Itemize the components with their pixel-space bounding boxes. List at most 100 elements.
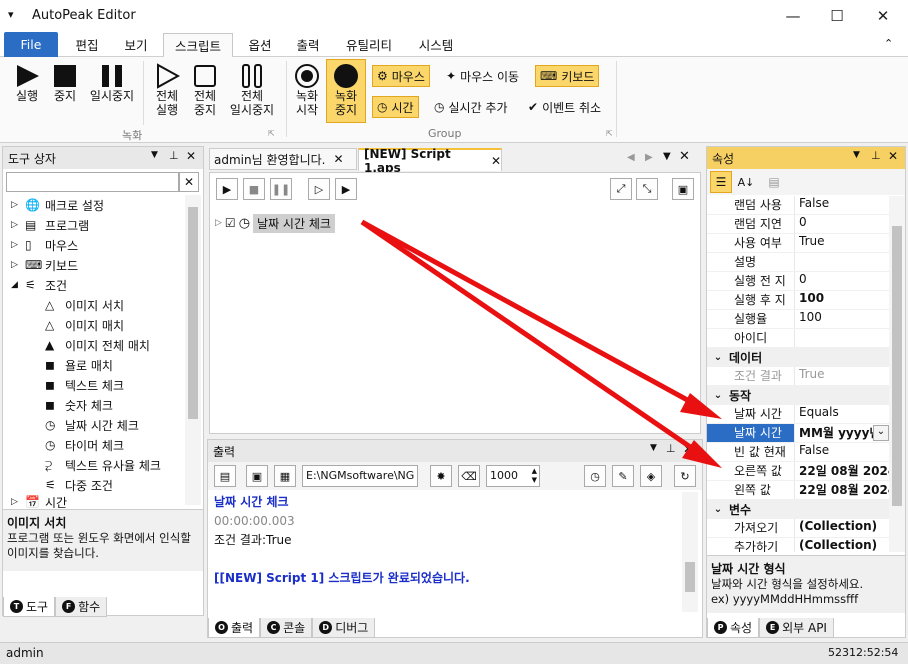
menu-utility[interactable]: 유틸리티 bbox=[338, 32, 400, 57]
property-value[interactable]: (Collection) bbox=[795, 519, 889, 537]
save-icon[interactable]: ▣ bbox=[246, 465, 268, 487]
event-cancel-button[interactable]: ✔ 이벤트 취소 bbox=[524, 96, 605, 118]
menu-options[interactable]: 옵션 bbox=[240, 32, 280, 57]
toolbox-search-input[interactable] bbox=[6, 172, 179, 192]
dialog-launcher-icon[interactable]: ⇱ bbox=[268, 129, 275, 138]
property-category[interactable]: ⌄ 동작 bbox=[707, 386, 889, 405]
property-value[interactable]: (Collection) bbox=[795, 538, 889, 552]
property-row[interactable]: 오른쪽 값22일 08월 2024년 bbox=[707, 462, 889, 481]
mouse-record-toggle[interactable]: ⚙ 마우스 bbox=[372, 65, 430, 87]
property-row[interactable]: 날짜 시간 MM월 yyyy년 ⌄ bbox=[707, 424, 889, 443]
record-start-button[interactable]: 녹화 시작 bbox=[290, 63, 324, 117]
tree-item-condition[interactable]: ◢ ⚟ 조건 bbox=[3, 275, 185, 295]
property-category[interactable]: ⌄ 변수 bbox=[707, 500, 889, 519]
dropdown-icon[interactable]: ⌄ bbox=[873, 425, 889, 441]
tree-item-text-check[interactable]: ◼ 텍스트 체크 bbox=[3, 375, 185, 395]
property-row[interactable]: 설명 bbox=[707, 253, 889, 272]
property-row[interactable]: 실행율 100 bbox=[707, 310, 889, 329]
property-row[interactable]: 왼쪽 값22일 08월 2024년 bbox=[707, 481, 889, 500]
close-icon[interactable]: ✕ bbox=[683, 442, 693, 456]
tab-functions[interactable]: F 함수 bbox=[55, 597, 108, 617]
property-pages-icon[interactable]: ▤ bbox=[763, 171, 785, 193]
clean-icon[interactable]: ✸ bbox=[430, 465, 452, 487]
pause-button[interactable]: 일시중지 bbox=[86, 63, 138, 103]
new-file-icon[interactable]: ▤ bbox=[214, 465, 236, 487]
pause-button[interactable]: ❚❚ bbox=[270, 178, 292, 200]
property-value[interactable]: 22일 08월 2024년 bbox=[795, 481, 889, 499]
toolbox-scrollbar[interactable] bbox=[185, 195, 201, 505]
property-value[interactable]: 0 bbox=[795, 215, 889, 233]
tree-item-datetime-check[interactable]: ◷ 날짜 시간 체크 bbox=[3, 415, 185, 435]
property-value[interactable]: True bbox=[795, 234, 889, 252]
property-value[interactable]: False bbox=[795, 196, 889, 214]
property-value[interactable] bbox=[795, 329, 889, 347]
property-value[interactable]: 22일 08월 2024년 bbox=[795, 462, 889, 480]
menu-edit[interactable]: 편집 bbox=[64, 32, 110, 57]
properties-scrollbar[interactable] bbox=[889, 196, 905, 552]
close-icon[interactable]: ✕ bbox=[888, 149, 898, 163]
collapse-icon[interactable]: ⤡ bbox=[636, 178, 658, 200]
tab-console[interactable]: C 콘솔 bbox=[260, 618, 313, 638]
step-into-button[interactable]: ▶ bbox=[335, 178, 357, 200]
output-path-input[interactable]: E:\NGMsoftware\NG bbox=[302, 465, 418, 487]
dropdown-icon[interactable]: ▼ bbox=[650, 443, 657, 453]
tree-item-timer-check[interactable]: ◷ 타이머 체크 bbox=[3, 435, 185, 455]
scroll-left-icon[interactable]: ◀ bbox=[627, 152, 635, 163]
tree-item-macro-settings[interactable]: ▷ 🌐 매크로 설정 bbox=[3, 195, 185, 215]
property-value[interactable]: 100 bbox=[795, 310, 889, 328]
keyboard-record-toggle[interactable]: ⌨ 키보드 bbox=[535, 65, 600, 87]
tree-item-image-match[interactable]: △ 이미지 매치 bbox=[3, 315, 185, 335]
tab-welcome[interactable]: admin님 환영합니다. ✕ bbox=[209, 148, 357, 170]
property-value[interactable] bbox=[795, 253, 889, 271]
property-row[interactable]: 실행 전 지0 bbox=[707, 272, 889, 291]
line-count-stepper[interactable]: 1000 ▲ ▼ bbox=[486, 465, 540, 487]
clock-icon[interactable]: ◷ bbox=[584, 465, 606, 487]
run-button[interactable]: 실행 bbox=[8, 63, 46, 103]
dropdown-icon[interactable]: ▼ bbox=[151, 150, 158, 160]
tree-item-number-check[interactable]: ◼ 숫자 체크 bbox=[3, 395, 185, 415]
dropdown-icon[interactable]: ▼ bbox=[853, 150, 860, 160]
tab-debug[interactable]: D 디버그 bbox=[312, 618, 376, 638]
scroll-right-icon[interactable]: ▶ bbox=[645, 152, 653, 163]
maximize-button[interactable]: ☐ bbox=[814, 4, 860, 28]
mouse-move-toggle[interactable]: ✦ 마우스 이동 bbox=[442, 65, 523, 87]
menu-output[interactable]: 출력 bbox=[288, 32, 328, 57]
stop-all-button[interactable]: 전체 중지 bbox=[188, 63, 222, 117]
collapse-ribbon-icon[interactable]: ⌃ bbox=[884, 37, 893, 50]
play-button[interactable]: ▶ bbox=[216, 178, 238, 200]
property-row[interactable]: 실행 후 지 100 bbox=[707, 291, 889, 310]
tree-item-image-full-match[interactable]: ▲ 이미지 전체 매치 bbox=[3, 335, 185, 355]
pin-icon[interactable]: ⊥ bbox=[871, 149, 881, 162]
dialog-launcher-icon[interactable]: ⇱ bbox=[606, 129, 613, 138]
property-value[interactable]: True bbox=[795, 367, 889, 385]
pause-all-button[interactable]: 전체 일시중지 bbox=[226, 63, 278, 117]
tree-item-image-search[interactable]: △ 이미지 서치 bbox=[3, 295, 185, 315]
stop-button[interactable]: ■ bbox=[243, 178, 265, 200]
property-row[interactable]: 빈 값 현재 False bbox=[707, 443, 889, 462]
script-canvas[interactable]: ▶ ■ ❚❚ ▷ ▶ ⤢ ⤡ ▣ ▷ ☑ ◷ 날짜 시간 체크 bbox=[209, 172, 701, 434]
open-folder-icon[interactable]: ▦ bbox=[274, 465, 296, 487]
property-value[interactable]: Equals bbox=[795, 405, 889, 423]
expand-icon[interactable]: ⤢ bbox=[610, 178, 632, 200]
minimize-button[interactable]: — bbox=[770, 4, 816, 28]
tree-item-time[interactable]: ▷ 📅 시간 bbox=[3, 495, 185, 509]
categorized-icon[interactable]: ☰ bbox=[710, 171, 732, 193]
property-category[interactable]: ⌄ 데이터 bbox=[707, 348, 889, 367]
run-all-button[interactable]: 전체 실행 bbox=[148, 63, 186, 117]
script-node[interactable]: ▷ ☑ ◷ 날짜 시간 체크 bbox=[215, 213, 335, 233]
menu-view[interactable]: 보기 bbox=[114, 32, 158, 57]
refresh-icon[interactable]: ↻ bbox=[674, 465, 696, 487]
output-scrollbar[interactable] bbox=[682, 492, 698, 612]
close-icon[interactable]: ✕ bbox=[186, 149, 196, 163]
dropdown-icon[interactable]: ▼ bbox=[663, 151, 671, 162]
property-value[interactable]: 0 bbox=[795, 272, 889, 290]
tab-tools[interactable]: T 도구 bbox=[3, 597, 56, 617]
menu-system[interactable]: 시스템 bbox=[410, 32, 462, 57]
delete-icon[interactable]: ▣ bbox=[672, 178, 694, 200]
property-row[interactable]: 아이디 bbox=[707, 329, 889, 348]
menu-script[interactable]: 스크립트 bbox=[163, 33, 233, 57]
pin-icon[interactable]: ⊥ bbox=[666, 442, 676, 455]
brush-icon[interactable]: ✎ bbox=[612, 465, 634, 487]
tree-item-keyboard[interactable]: ▷ ⌨ 키보드 bbox=[3, 255, 185, 275]
tab-external-api[interactable]: E 외부 API bbox=[759, 618, 834, 638]
